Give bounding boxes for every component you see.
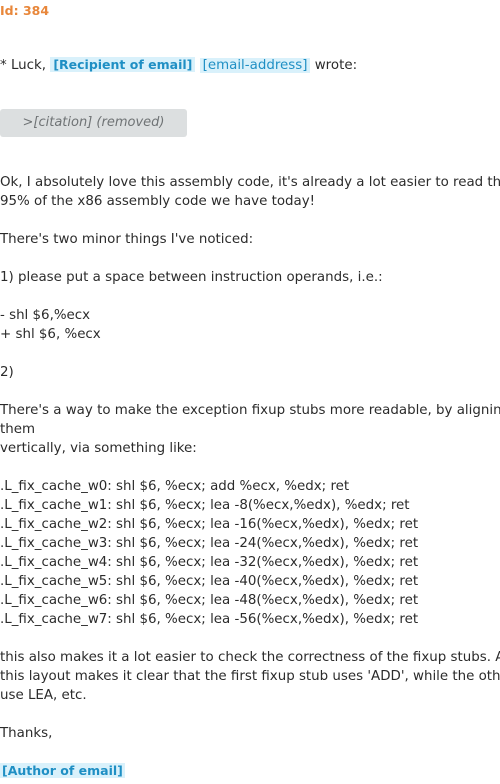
paragraph-3: 1) please put a space between instructio…	[0, 270, 383, 285]
paragraph-2: There's two minor things I've noticed:	[0, 232, 254, 247]
paragraph-1-line-1: Ok, I absolutely love this assembly code…	[0, 175, 500, 190]
code-line: .L_fix_cache_w2: shl $6, %ecx; lea -16(%…	[0, 517, 419, 532]
diff-plus-line: + shl $6, %ecx	[0, 327, 101, 342]
author-line: [Author of email]	[0, 761, 125, 781]
quote-prefix: * Luck,	[0, 58, 47, 73]
code-line: .L_fix_cache_w5: shl $6, %ecx; lea -40(%…	[0, 574, 419, 589]
code-line: .L_fix_cache_w3: shl $6, %ecx; lea -24(%…	[0, 536, 419, 551]
paragraph-1-line-2: 95% of the x86 assembly code we have tod…	[0, 194, 316, 209]
closing-text: Thanks,	[0, 726, 53, 741]
code-line: .L_fix_cache_w6: shl $6, %ecx; lea -48(%…	[0, 593, 419, 608]
code-line: .L_fix_cache_w4: shl $6, %ecx; lea -32(%…	[0, 555, 419, 570]
paragraph-6-line-1: this also makes it a lot easier to check…	[0, 650, 500, 665]
code-line: .L_fix_cache_w1: shl $6, %ecx; lea -8(%e…	[0, 498, 410, 513]
paragraph-4: 2)	[0, 365, 14, 380]
wrote-label: wrote:	[314, 58, 358, 73]
paragraph-5-line-3: vertically, via something like:	[0, 441, 197, 456]
quote-header: * Luck, [Recipient of email] [email-addr…	[0, 55, 357, 75]
recipient-tag: [Recipient of email]	[50, 57, 196, 72]
paragraph-5-line-2: them	[0, 422, 36, 437]
citation-removed-badge: >[citation] (removed)	[0, 109, 187, 137]
paragraph-6-line-2: this layout makes it clear that the firs…	[0, 669, 500, 684]
email-address-tag: [email-address]	[199, 58, 311, 73]
paragraph-6-line-3: use LEA, etc.	[0, 688, 87, 703]
code-line: .L_fix_cache_w7: shl $6, %ecx; lea -56(%…	[0, 612, 419, 627]
email-id: Id: 384	[0, 3, 50, 18]
code-line: .L_fix_cache_w0: shl $6, %ecx; add %ecx,…	[0, 479, 350, 494]
diff-minus-line: - shl $6,%ecx	[0, 308, 91, 323]
paragraph-5-line-1: There's a way to make the exception fixu…	[0, 403, 500, 418]
author-tag: [Author of email]	[0, 763, 125, 778]
